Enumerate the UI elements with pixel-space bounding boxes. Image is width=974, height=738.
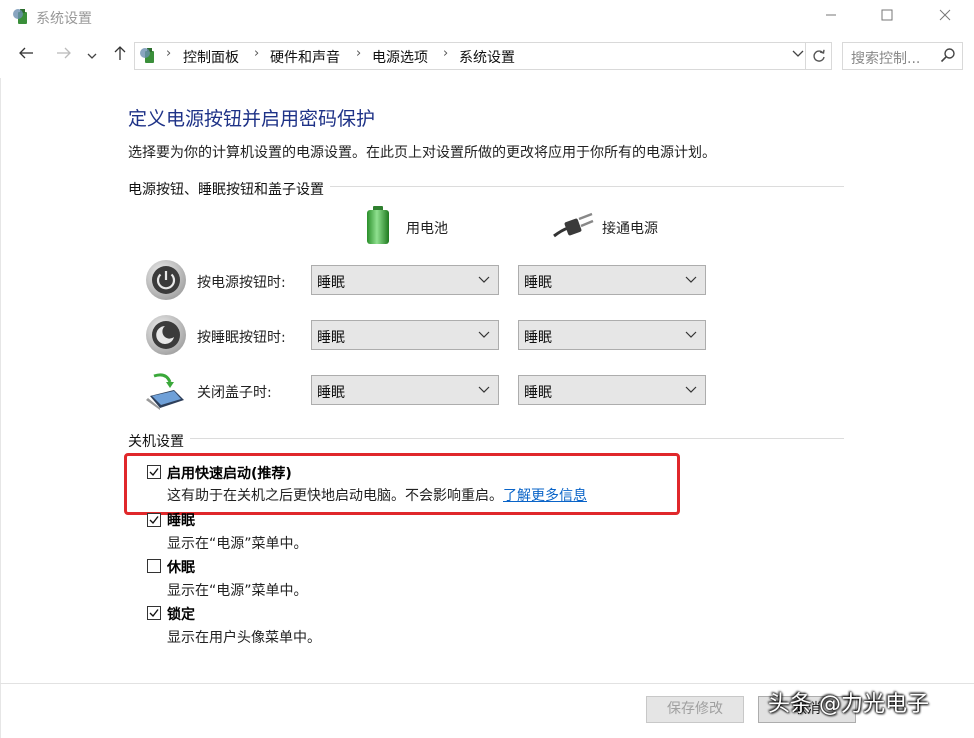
minimize-icon <box>826 14 836 16</box>
plugged-in-column-label: 接通电源 <box>602 221 658 237</box>
window-left-border <box>0 78 1 738</box>
select-value: 睡眠 <box>317 330 345 346</box>
close-lid-row-label: 关闭盖子时: <box>197 385 272 401</box>
select-value: 睡眠 <box>524 330 552 346</box>
chevron-down-icon <box>478 386 490 393</box>
checkmark-icon <box>149 516 159 525</box>
breadcrumb-separator-icon: › <box>254 46 260 61</box>
watermark: 头条 @力光电子 <box>768 692 929 717</box>
battery-icon <box>364 205 392 245</box>
power-button-battery-select[interactable]: 睡眠 <box>311 265 499 295</box>
search-input[interactable]: 搜索控制... <box>842 42 963 70</box>
group-divider <box>128 438 844 439</box>
forward-button[interactable] <box>50 42 78 70</box>
lock-checkbox[interactable] <box>147 606 161 620</box>
sleep-button-plugged-select[interactable]: 睡眠 <box>518 320 706 350</box>
refresh-button[interactable] <box>806 42 832 70</box>
shutdown-group-label: 关机设置 <box>128 431 190 451</box>
breadcrumb-item[interactable]: 硬件和声音 <box>270 47 340 67</box>
sleep-button-battery-select[interactable]: 睡眠 <box>311 320 499 350</box>
close-lid-battery-select[interactable]: 睡眠 <box>311 375 499 405</box>
arrow-right-icon <box>57 47 71 59</box>
power-plug-icon <box>552 212 594 240</box>
highlight-box <box>124 453 680 515</box>
sleep-label[interactable]: 睡眠 <box>167 510 195 530</box>
chevron-down-icon <box>792 50 804 57</box>
minimize-button[interactable] <box>808 0 854 32</box>
hibernate-checkbox[interactable] <box>147 559 161 573</box>
lock-label[interactable]: 锁定 <box>167 604 195 624</box>
power-options-app-icon <box>12 6 32 26</box>
checkmark-icon <box>149 609 159 618</box>
title-bar: 系统设置 <box>0 0 974 34</box>
chevron-down-icon <box>685 276 697 283</box>
sleep-description: 显示在“电源”菜单中。 <box>167 536 308 552</box>
arrow-up-icon <box>114 46 126 60</box>
power-button-plugged-select[interactable]: 睡眠 <box>518 265 706 295</box>
select-value: 睡眠 <box>317 275 345 291</box>
power-button-row-label: 按电源按钮时: <box>197 275 286 291</box>
chevron-down-icon <box>685 331 697 338</box>
chevron-down-icon <box>478 276 490 283</box>
save-changes-button[interactable]: 保存修改 <box>646 696 744 723</box>
recent-locations-button[interactable] <box>82 42 102 70</box>
select-value: 睡眠 <box>317 385 345 401</box>
laptop-lid-icon <box>144 370 188 410</box>
maximize-icon <box>881 9 893 21</box>
breadcrumb-item[interactable]: 系统设置 <box>459 47 515 67</box>
close-button[interactable] <box>922 0 968 32</box>
breadcrumb-separator-icon: › <box>356 46 362 61</box>
breadcrumb-item[interactable]: 电源选项 <box>372 47 428 67</box>
search-icon <box>940 47 956 63</box>
close-icon <box>939 9 951 21</box>
chevron-down-icon <box>478 331 490 338</box>
chevron-down-icon <box>685 386 697 393</box>
breadcrumb-separator-icon: › <box>166 46 172 61</box>
lock-description: 显示在用户头像菜单中。 <box>167 630 321 646</box>
chevron-down-icon <box>87 53 97 59</box>
select-value: 睡眠 <box>524 275 552 291</box>
power-button-icon <box>146 260 186 300</box>
sleep-button-icon <box>146 315 186 355</box>
footer-divider <box>0 683 974 684</box>
close-lid-plugged-select[interactable]: 睡眠 <box>518 375 706 405</box>
battery-column-label: 用电池 <box>406 221 448 237</box>
refresh-icon <box>812 49 825 62</box>
select-value: 睡眠 <box>524 385 552 401</box>
sleep-checkbox[interactable] <box>147 513 161 527</box>
address-dropdown-button[interactable] <box>792 47 806 61</box>
power-options-location-icon <box>139 45 159 65</box>
up-button[interactable] <box>106 42 134 70</box>
hibernate-description: 显示在“电源”菜单中。 <box>167 583 308 599</box>
breadcrumb-separator-icon: › <box>443 46 449 61</box>
sleep-button-row-label: 按睡眠按钮时: <box>197 330 286 346</box>
hibernate-label[interactable]: 休眠 <box>167 557 195 577</box>
search-placeholder: 搜索控制... <box>851 51 921 67</box>
arrow-left-icon <box>19 47 33 59</box>
page-title: 定义电源按钮并启用密码保护 <box>128 108 376 130</box>
window-title: 系统设置 <box>36 11 92 27</box>
maximize-button[interactable] <box>864 0 910 32</box>
power-buttons-group-label: 电源按钮、睡眠按钮和盖子设置 <box>128 179 330 199</box>
breadcrumb-item[interactable]: 控制面板 <box>183 47 239 67</box>
page-description: 选择要为你的计算机设置的电源设置。在此页上对设置所做的更改将应用于你所有的电源计… <box>128 145 716 161</box>
back-button[interactable] <box>12 42 40 70</box>
